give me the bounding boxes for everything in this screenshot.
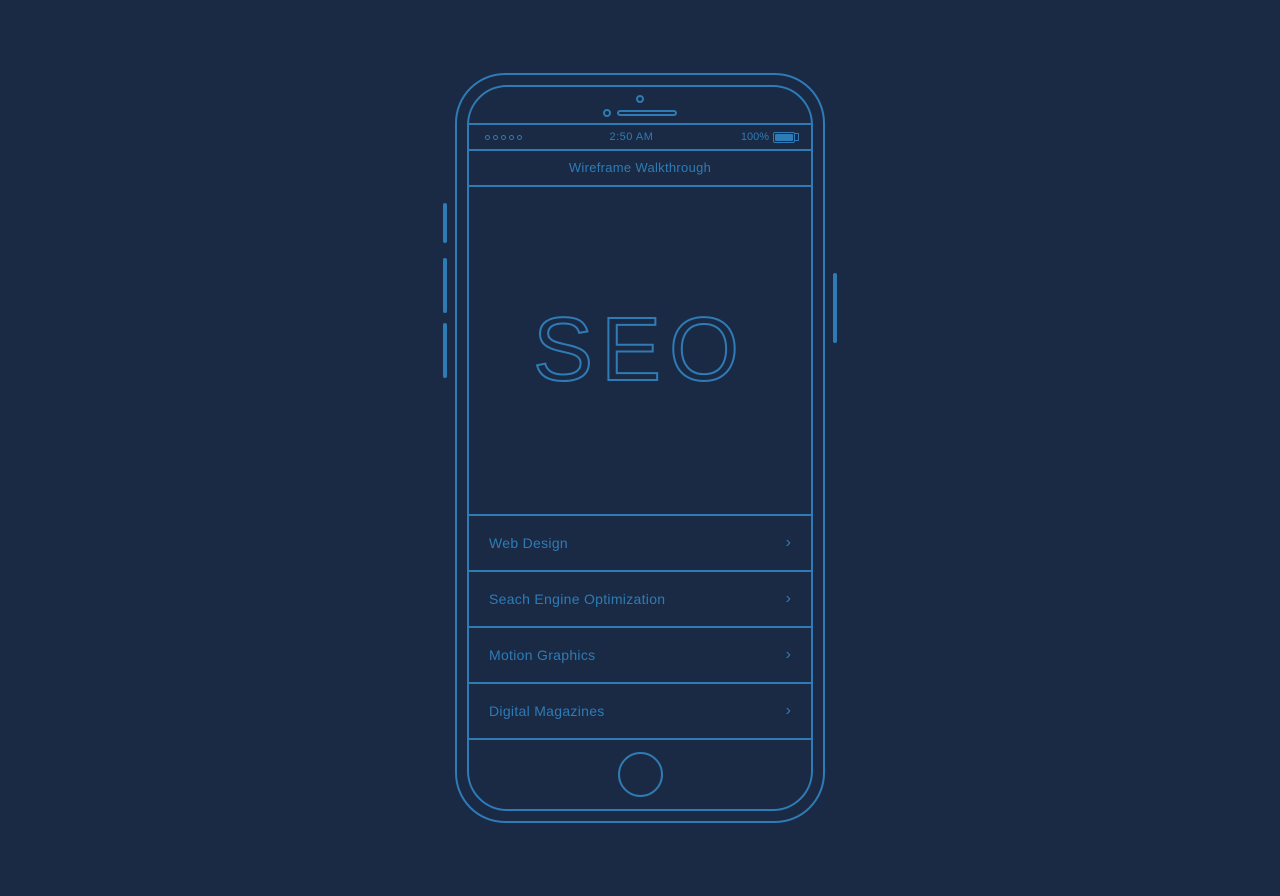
- phone-screen: 2:50 AM 100% Wireframe Walkthrough SEO W…: [467, 85, 813, 811]
- menu-item-web-design[interactable]: Web Design ›: [469, 516, 811, 572]
- camera-icon: [636, 95, 644, 103]
- speaker-dot: [603, 109, 611, 117]
- menu-label-seo: Seach Engine Optimization: [489, 591, 665, 607]
- menu-item-digital-magazines[interactable]: Digital Magazines ›: [469, 684, 811, 738]
- menu-label-motion-graphics: Motion Graphics: [489, 647, 595, 663]
- phone-notch: [469, 87, 811, 123]
- battery-fill: [775, 134, 793, 141]
- home-button[interactable]: [618, 752, 663, 797]
- chevron-right-icon: ›: [786, 534, 791, 552]
- chevron-right-icon: ›: [786, 590, 791, 608]
- menu-label-digital-magazines: Digital Magazines: [489, 703, 605, 719]
- hero-section: SEO: [469, 187, 811, 516]
- nav-title: Wireframe Walkthrough: [569, 160, 711, 175]
- power-button[interactable]: [833, 273, 837, 343]
- chevron-right-icon: ›: [786, 646, 791, 664]
- signal-dot-2: [493, 135, 498, 140]
- signal-dot-3: [501, 135, 506, 140]
- navigation-bar: Wireframe Walkthrough: [469, 151, 811, 187]
- menu-item-motion-graphics[interactable]: Motion Graphics ›: [469, 628, 811, 684]
- signal-dot-1: [485, 135, 490, 140]
- chevron-right-icon: ›: [786, 702, 791, 720]
- menu-item-seo[interactable]: Seach Engine Optimization ›: [469, 572, 811, 628]
- menu-label-web-design: Web Design: [489, 535, 568, 551]
- battery-indicator: 100%: [741, 131, 795, 143]
- phone-frame: 2:50 AM 100% Wireframe Walkthrough SEO W…: [455, 73, 825, 823]
- speaker-bar: [617, 110, 677, 116]
- volume-up-button[interactable]: [443, 258, 447, 313]
- hero-text: SEO: [533, 299, 747, 402]
- signal-dot-5: [517, 135, 522, 140]
- status-bar: 2:50 AM 100%: [469, 123, 811, 151]
- volume-down-button[interactable]: [443, 323, 447, 378]
- battery-icon: [773, 132, 795, 143]
- battery-percent: 100%: [741, 131, 769, 143]
- signal-indicator: [485, 135, 522, 140]
- mute-button[interactable]: [443, 203, 447, 243]
- home-button-area: [469, 738, 811, 809]
- status-time: 2:50 AM: [610, 131, 654, 143]
- speaker-area: [603, 109, 677, 117]
- signal-dot-4: [509, 135, 514, 140]
- menu-list: Web Design › Seach Engine Optimization ›…: [469, 516, 811, 738]
